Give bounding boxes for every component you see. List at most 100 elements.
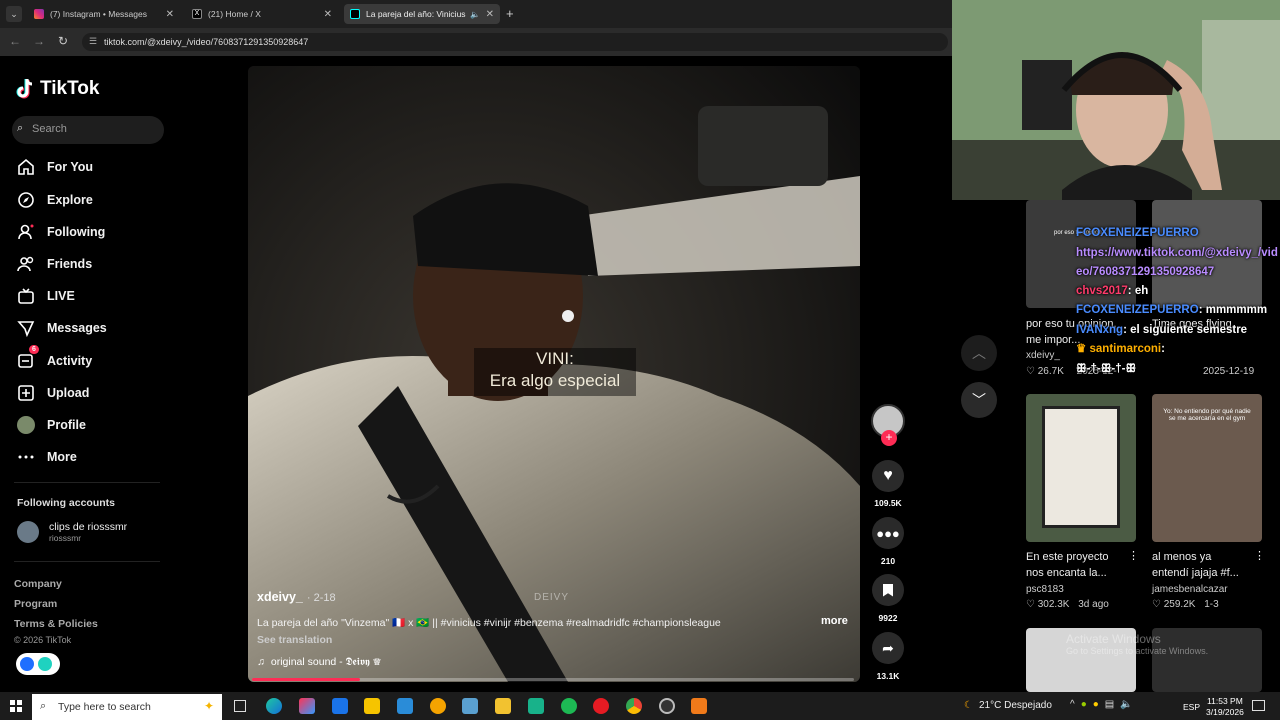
tab-x[interactable]: X (21) Home / X ✕	[186, 4, 338, 24]
comment-count: 210	[880, 556, 896, 566]
file-explorer-icon[interactable]	[495, 698, 511, 714]
taskbar-search-input[interactable]: ⌕ Type here to search ✦	[32, 694, 222, 720]
app-icon[interactable]	[528, 698, 544, 714]
weather-text: 21°C Despejado	[978, 700, 1052, 711]
network-icon[interactable]: ▤	[1105, 699, 1120, 710]
following-accounts-header: Following accounts	[17, 497, 116, 509]
input-language[interactable]: ESP	[1183, 702, 1200, 712]
nav-more[interactable]: More	[17, 445, 77, 469]
speaker-icon[interactable]: 🔈	[470, 10, 480, 19]
nav-profile[interactable]: Profile	[17, 413, 86, 437]
account-handle: riosssmr	[49, 533, 82, 543]
activity-badge: 6	[29, 345, 39, 354]
video-options-icon[interactable]: ⋮	[1128, 549, 1139, 562]
edge-icon[interactable]	[266, 698, 282, 714]
store-icon[interactable]	[364, 698, 380, 714]
video-stats: ♡ 259.2K 1-3	[1152, 599, 1219, 610]
chrome-icon[interactable]	[626, 698, 642, 714]
photos-icon[interactable]	[462, 698, 478, 714]
video-progress-track[interactable]	[252, 678, 854, 681]
clock[interactable]: 11:53 PM 3/19/2026	[1206, 696, 1244, 718]
previous-video-button[interactable]: ︿	[961, 335, 997, 371]
weather-widget[interactable]: ☾ 21°C Despejado	[964, 700, 1052, 711]
footer-link-company[interactable]: Company	[14, 578, 62, 590]
tray-chevron-icon[interactable]: ^	[1070, 699, 1081, 710]
following-account[interactable]: clips de riosssmr riosssmr	[17, 521, 127, 543]
spotify-icon[interactable]	[561, 698, 577, 714]
video-author[interactable]: xdeivy_	[257, 590, 303, 604]
video-author[interactable]: xdeivy_	[1026, 350, 1060, 361]
tab-tiktok[interactable]: La pareja del año: Vinicius 🔈 ✕	[344, 4, 500, 24]
follow-plus-icon[interactable]: +	[881, 430, 897, 446]
tab-list-button[interactable]: ⌄	[6, 6, 22, 22]
nav-messages[interactable]: Messages	[17, 316, 107, 340]
video-title[interactable]: En este proyecto nos encanta la...	[1026, 549, 1109, 581]
nav-explore[interactable]: Explore	[17, 188, 93, 212]
see-translation-link[interactable]: See translation	[257, 634, 332, 646]
chat-text: : eh	[1127, 284, 1149, 297]
nav-friends[interactable]: Friends	[17, 252, 92, 276]
copilot-icon[interactable]	[299, 698, 315, 714]
recommended-thumbnail[interactable]: Yo: No entiendo por qué nadie se me acer…	[1152, 394, 1262, 542]
video-author[interactable]: jamesbenalcazar	[1152, 584, 1228, 595]
windows-start-icon[interactable]	[10, 700, 22, 712]
comment-button[interactable]: ●●●	[872, 517, 904, 549]
nav-following[interactable]: Following	[17, 220, 105, 244]
footer-link-terms[interactable]: Terms & Policies	[14, 618, 98, 630]
system-tray[interactable]: ^●●▤🔈	[1070, 699, 1139, 710]
close-icon[interactable]: ✕	[486, 9, 494, 20]
close-icon[interactable]: ✕	[166, 9, 174, 20]
new-tab-button[interactable]: +	[506, 6, 514, 21]
search-icon: ⌕	[17, 122, 24, 134]
more-icon	[18, 455, 34, 459]
video-player[interactable]: VINI: Era algo especial DEIVY	[248, 66, 860, 682]
owl-poster	[1042, 406, 1120, 528]
share-button[interactable]: ➦	[872, 632, 904, 664]
nav-upload[interactable]: Upload	[17, 381, 89, 405]
nav-for-you[interactable]: For You	[17, 155, 93, 179]
get-app-button[interactable]	[16, 653, 60, 675]
app-icon[interactable]	[430, 698, 446, 714]
save-button[interactable]	[872, 574, 904, 606]
nav-label: Messages	[47, 321, 107, 335]
caption-more-button[interactable]: more	[821, 615, 848, 627]
heart-icon: ♥	[883, 467, 893, 484]
tab-instagram[interactable]: (7) Instagram • Messages ✕	[28, 4, 180, 24]
recommended-thumbnail[interactable]	[1026, 394, 1136, 542]
search-highlight-icon: ✦	[203, 699, 214, 713]
footer-link-program[interactable]: Program	[14, 598, 57, 610]
volume-icon[interactable]: 🔈	[1120, 699, 1138, 710]
back-icon[interactable]: ←	[9, 34, 21, 48]
title-line: al menos ya	[1152, 551, 1212, 563]
video-options-icon[interactable]: ⋮	[1254, 549, 1265, 562]
forward-icon[interactable]: →	[33, 34, 45, 48]
site-info-icon[interactable]: ☰	[89, 36, 97, 47]
nav-live[interactable]: LIVE	[17, 284, 75, 308]
tray-app-icon[interactable]: ●	[1081, 699, 1093, 710]
vscode-icon[interactable]	[397, 698, 413, 714]
like-button[interactable]: ♥	[872, 460, 904, 492]
task-view-icon[interactable]	[234, 700, 246, 712]
sound-row[interactable]: ♫ original sound - 𝕯𝖊𝖎𝖛𝖞 ♕	[257, 656, 381, 669]
notification-icon[interactable]	[1252, 700, 1265, 711]
next-video-button[interactable]: ﹀	[961, 382, 997, 418]
app-icon[interactable]	[691, 698, 707, 714]
sound-name: original sound - 𝕯𝖊𝖎𝖛𝖞 ♕	[270, 656, 382, 668]
chat-message: IVANxng: el siguiente semestre	[1076, 321, 1280, 341]
video-author[interactable]: psc8183	[1026, 584, 1064, 595]
tray-app-icon[interactable]: ●	[1093, 699, 1105, 710]
search-input[interactable]: ⌕ Search	[12, 116, 164, 144]
divider	[14, 482, 160, 483]
obs-icon[interactable]	[659, 698, 675, 714]
video-watermark: DEIVY	[534, 592, 570, 603]
nav-activity[interactable]: 6 Activity	[17, 345, 92, 373]
mail-icon[interactable]	[332, 698, 348, 714]
reload-icon[interactable]: ↻	[58, 34, 68, 48]
opera-icon[interactable]	[593, 698, 609, 714]
url-field[interactable]: ☰ tiktok.com/@xdeivy_/video/760837129135…	[82, 33, 948, 51]
video-title[interactable]: al menos ya entendí jajaja #f...	[1152, 549, 1239, 581]
close-icon[interactable]: ✕	[324, 9, 332, 20]
chat-message: chvs2017: eh	[1076, 282, 1280, 302]
tiktok-logo[interactable]: TikTok	[16, 78, 99, 100]
chat-username: FCOXENEIZEPUERRO	[1076, 227, 1199, 239]
